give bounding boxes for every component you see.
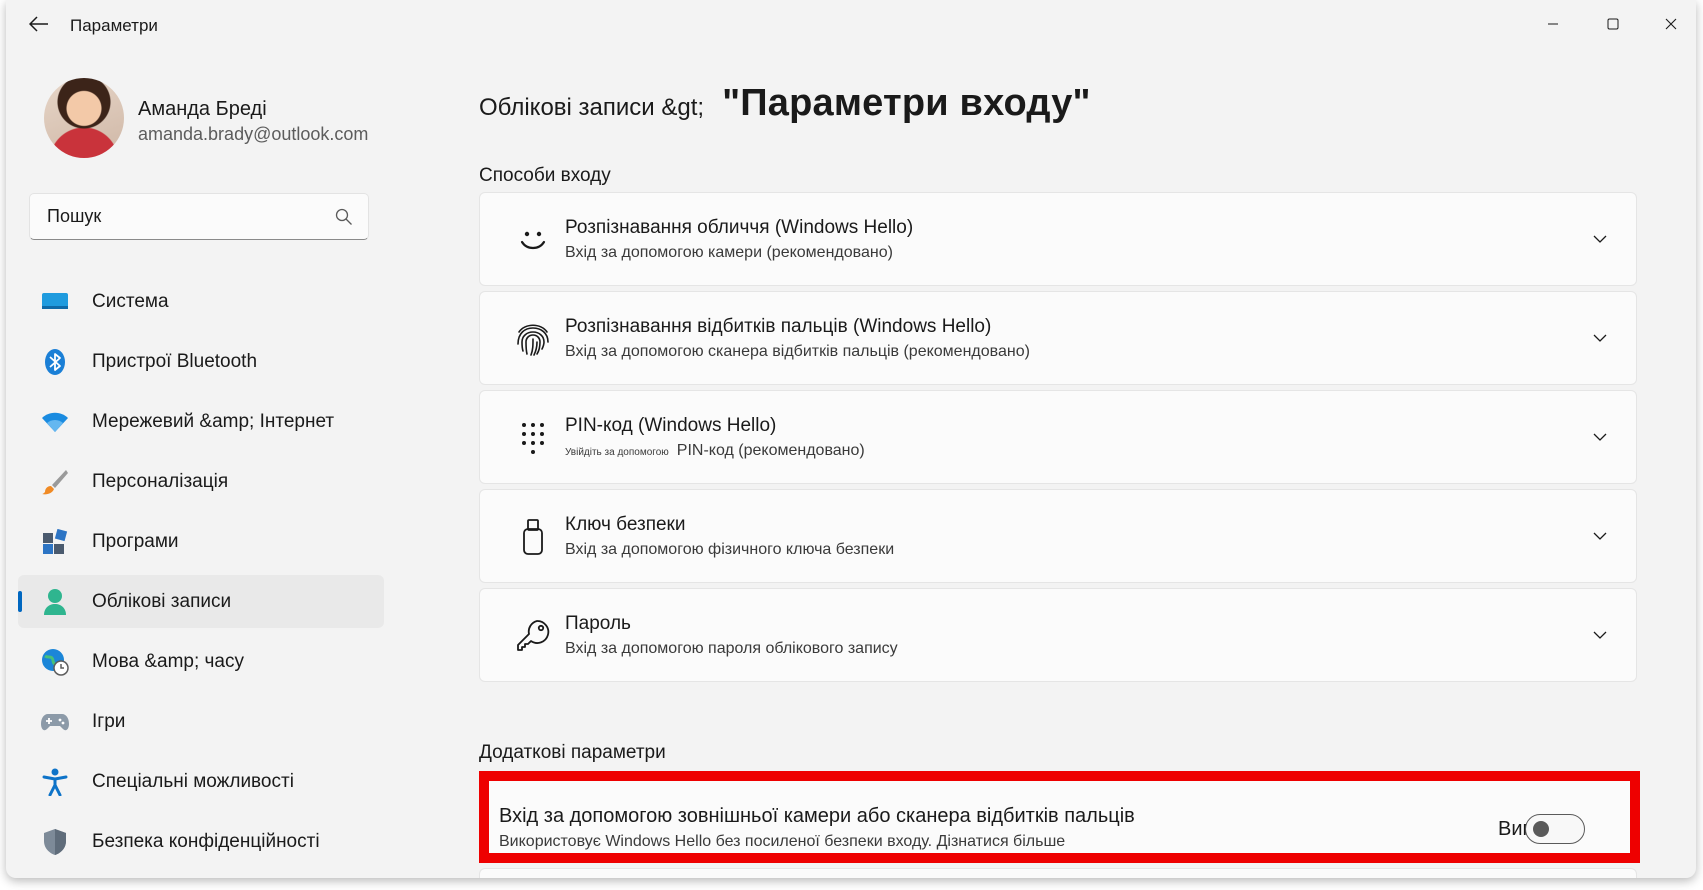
option-title: Ключ безпеки <box>565 514 686 535</box>
apps-icon <box>40 527 70 557</box>
next-setting-card[interactable] <box>479 868 1637 878</box>
wifi-icon <box>40 407 70 437</box>
system-icon <box>40 287 70 317</box>
sidebar-item-bluetooth[interactable]: Пристрої Bluetooth <box>18 335 384 388</box>
option-subtitle-text: PIN-код (рекомендовано) <box>676 442 865 459</box>
pin-keypad-icon <box>510 415 556 461</box>
sidebar-item-time-language[interactable]: Мова &amp; часу <box>18 635 384 688</box>
key-icon <box>510 613 556 659</box>
close-icon <box>1665 18 1677 30</box>
profile-name: Аманда Бреді <box>138 98 267 120</box>
app-title: Параметри <box>70 16 158 35</box>
avatar[interactable] <box>44 78 124 158</box>
sidebar-item-label: Ігри <box>92 710 126 732</box>
back-arrow-icon <box>29 16 48 32</box>
profile-email: amanda.brady@outlook.com <box>138 124 369 144</box>
sidebar-item-label: Безпека конфіденційності <box>92 830 320 852</box>
option-title: Розпізнавання відбитків пальців (Windows… <box>565 316 992 337</box>
sidebar-item-label: Мережевий &amp; Інтернет <box>92 410 335 432</box>
sidebar-item-personalization[interactable]: Персоналізація <box>18 455 384 508</box>
sidebar-item-label: Пристрої Bluetooth <box>92 350 258 372</box>
minimize-button[interactable] <box>1531 10 1575 38</box>
sidebar-item-label: Спеціальні можливості <box>92 770 294 792</box>
signin-option-security-key[interactable]: Ключ безпеки Вхід за допомогою фізичного… <box>479 489 1637 583</box>
sidebar-item-label: Система <box>92 290 169 312</box>
setting-title: Вхід за допомогою зовнішньої камери або … <box>499 805 1135 827</box>
page-title: "Параметри входу" <box>722 82 1091 124</box>
settings-window: Параметри Аманда Бреді amanda.brady@outl… <box>6 0 1696 878</box>
accounts-icon <box>40 587 70 617</box>
accessibility-icon <box>40 767 70 797</box>
maximize-button[interactable] <box>1591 10 1635 38</box>
back-button[interactable] <box>24 12 54 36</box>
option-title: PIN-код (Windows Hello) <box>565 415 777 436</box>
signin-option-face[interactable]: Розпізнавання обличчя (Windows Hello) Вх… <box>479 192 1637 286</box>
sidebar-item-network[interactable]: Мережевий &amp; Інтернет <box>18 395 384 448</box>
option-subtitle-prefix: Увійдіть за допомогою <box>565 447 669 458</box>
brush-icon <box>40 467 70 497</box>
sidebar-item-label: Облікові записи <box>92 590 232 612</box>
breadcrumb-parent[interactable]: Облікові записи &gt; <box>479 94 704 122</box>
title-bar: Параметри <box>6 0 1696 48</box>
sidebar-item-gaming[interactable]: Ігри <box>18 695 384 748</box>
gamepad-icon <box>40 707 70 737</box>
option-subtitle: Вхід за допомогою камери (рекомендовано) <box>565 244 893 261</box>
time-language-icon <box>40 647 70 677</box>
option-subtitle: Увійдіть за допомогою PIN-код (рекомендо… <box>565 442 865 460</box>
option-title: Розпізнавання обличчя (Windows Hello) <box>565 217 914 238</box>
usb-key-icon <box>510 514 556 560</box>
sidebar-item-system[interactable]: Система <box>18 275 384 328</box>
external-camera-setting: Вхід за допомогою зовнішньої камери або … <box>479 771 1640 863</box>
breadcrumb: Облікові записи &gt; "Параметри входу" <box>479 82 1091 125</box>
option-subtitle: Вхід за допомогою фізичного ключа безпек… <box>565 541 895 558</box>
section-title-additional: Додаткові параметри <box>479 742 666 763</box>
signin-option-pin[interactable]: PIN-код (Windows Hello) Увійдіть за допо… <box>479 390 1637 484</box>
chevron-down-icon[interactable] <box>1590 526 1610 546</box>
sidebar-item-label: Персоналізація <box>92 470 229 492</box>
option-subtitle: Вхід за допомогою пароля облікового запи… <box>565 640 898 657</box>
section-title-signin-ways: Способи входу <box>479 165 611 186</box>
sidebar-nav: Система Пристрої Bluetooth Мережевий &am… <box>18 275 384 875</box>
setting-subtitle: Використовує Windows Hello без посиленої… <box>499 833 1066 850</box>
signin-option-fingerprint[interactable]: Розпізнавання відбитків пальців (Windows… <box>479 291 1637 385</box>
option-title: Пароль <box>565 613 631 634</box>
search-box[interactable]: Пошук <box>29 193 369 240</box>
sidebar-item-privacy-security[interactable]: Безпека конфіденційності <box>18 815 384 868</box>
fingerprint-icon <box>510 316 556 362</box>
sidebar-item-accounts[interactable]: Облікові записи <box>18 575 384 628</box>
signin-option-password[interactable]: Пароль Вхід за допомогою пароля обліково… <box>479 588 1637 682</box>
sidebar-item-label: Програми <box>92 530 179 552</box>
chevron-down-icon[interactable] <box>1590 427 1610 447</box>
close-button[interactable] <box>1649 10 1693 38</box>
maximize-icon <box>1607 18 1619 30</box>
chevron-down-icon[interactable] <box>1590 328 1610 348</box>
search-input[interactable]: Пошук <box>47 206 334 227</box>
option-subtitle: Вхід за допомогою сканера відбитків паль… <box>565 343 1030 360</box>
minimize-icon <box>1548 23 1558 25</box>
search-icon[interactable] <box>334 207 354 227</box>
sidebar-item-accessibility[interactable]: Спеціальні можливості <box>18 755 384 808</box>
shield-icon <box>40 827 70 857</box>
sidebar-item-label: Мова &amp; часу <box>92 650 244 672</box>
chevron-down-icon[interactable] <box>1590 229 1610 249</box>
chevron-down-icon[interactable] <box>1590 625 1610 645</box>
external-camera-toggle[interactable] <box>1525 814 1585 844</box>
face-icon <box>510 217 556 263</box>
sidebar-item-apps[interactable]: Програми <box>18 515 384 568</box>
bluetooth-icon <box>40 347 70 377</box>
toggle-knob <box>1533 821 1549 837</box>
